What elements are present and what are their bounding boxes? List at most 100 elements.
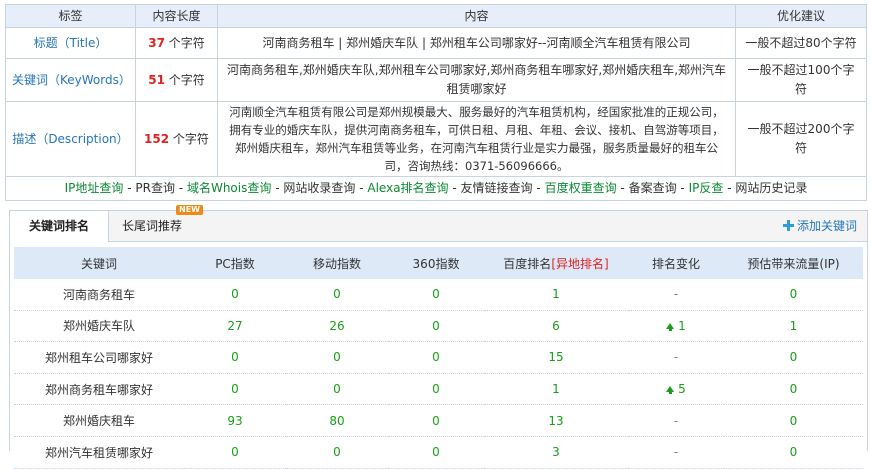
tool-links: IP地址查询 - PR查询 - 域名Whois查询 - 网站收录查询 - Ale… [5,176,867,201]
seo-advice-title: 一般不超过80个字符 [735,27,867,59]
pc-index-cell: 0 [184,373,286,406]
mobile-index-cell: 80 [286,404,388,437]
col-header-pc-index: PC指数 [184,247,286,279]
tool-link-alexa[interactable]: Alexa排名查询 [367,181,448,195]
baidu-rank-cell: 6 [484,310,628,343]
trend-cell: - [628,341,724,374]
pc-index-cell: 0 [184,341,286,374]
char-unit: 个字符 [169,131,209,146]
page: 标签 内容长度 内容 优化建议 标题（Title） 37 个字符 河南商务租车 … [0,0,871,469]
seo-label-keywords: 关键词（KeyWords） [5,58,136,102]
seo-length-title: 37 个字符 [135,27,218,59]
trend-value: - [673,287,679,302]
char-count: 152 [144,131,170,146]
col-header-baidu-rank: 百度排名[异地排名] [484,247,628,279]
360-index-cell: 0 [388,310,484,343]
seo-length-keywords: 51 个字符 [135,58,218,102]
keyword-cell: 郑州商务租车哪家好 [14,373,184,406]
mobile-index-cell: 0 [286,279,388,311]
traffic-cell: 0 [724,279,863,311]
360-index-cell: 0 [388,436,484,469]
traffic-cell: 0 [724,341,863,374]
seo-row-description: 描述（Description） 152 个字符 河南顺全汽车租赁有限公司是郑州规… [5,101,867,177]
trend-value: - [673,350,679,365]
link-separator: - [178,181,184,195]
col-header-mobile-index: 移动指数 [286,247,388,279]
trend-cell: 5 [628,373,724,406]
char-unit: 个字符 [164,35,205,50]
seo-content-title: 河南商务租车 | 郑州婚庆车队 | 郑州租车公司哪家好--河南顺全汽车租赁有限公… [217,27,736,59]
keyword-cell: 河南商务租车 [14,279,184,311]
table-row: 郑州商务租车哪家好 0 0 0 1 5 0 [14,373,863,406]
remote-rank-link[interactable]: [异地排名] [551,257,608,271]
keyword-cell: 郑州租车公司哪家好 [14,341,184,374]
tool-link-pr[interactable]: PR查询 [135,181,175,195]
mobile-index-cell: 0 [286,436,388,469]
tool-link-history[interactable]: 网站历史记录 [735,181,807,195]
col-header-advice: 优化建议 [735,4,867,28]
keyword-rank-panel: 关键词排名 长尾词推荐 NEW 添加关键词 关键词 PC指数 移动指数 360指… [9,205,868,469]
baidu-rank-cell: 1 [484,279,628,311]
arrow-up-icon [666,386,675,395]
keyword-rank-table: 关键词 PC指数 移动指数 360指数 百度排名[异地排名] 排名变化 预估带来… [14,247,863,469]
col-header-traffic: 预估带来流量(IP) [724,247,863,279]
add-keyword-button[interactable]: 添加关键词 [782,211,857,241]
link-separator: - [452,181,457,195]
add-keyword-label: 添加关键词 [796,219,857,233]
trend-cell: 1 [628,310,724,343]
tool-link-ip-reverse[interactable]: IP反查 [689,181,724,195]
pc-index-cell: 0 [184,436,286,469]
rank-table-body: 河南商务租车 0 0 0 1-0 郑州婚庆车队 27 26 0 6 1 1 郑州租车公司哪家好 0 0 0 15… [14,279,863,469]
360-index-cell: 0 [388,279,484,311]
trend-cell: - [628,404,724,437]
seo-row-title: 标题（Title） 37 个字符 河南商务租车 | 郑州婚庆车队 | 郑州租车公… [5,27,867,59]
360-index-cell: 0 [388,341,484,374]
char-count: 51 [148,72,165,87]
rank-header-row: 关键词 PC指数 移动指数 360指数 百度排名[异地排名] 排名变化 预估带来… [14,247,863,279]
360-index-cell: 0 [388,373,484,406]
link-separator: - [536,181,541,195]
baidu-rank-cell: 15 [484,341,628,374]
tool-link-index[interactable]: 网站收录查询 [283,181,355,195]
col-header-label: 标签 [5,4,136,28]
keyword-cell: 郑州汽车租赁哪家好 [14,436,184,469]
baidu-rank-cell: 3 [484,436,628,469]
seo-label-title: 标题（Title） [5,27,136,59]
tab-keyword-rank[interactable]: 关键词排名 [10,211,109,242]
tool-link-ip[interactable]: IP地址查询 [65,181,124,195]
trend-value: - [673,413,679,428]
seo-row-keywords: 关键词（KeyWords） 51 个字符 河南商务租车,郑州婚庆车队,郑州租车公… [5,58,867,102]
mobile-index-cell: 0 [286,373,388,406]
traffic-cell: 0 [724,404,863,437]
col-header-content: 内容 [217,4,736,28]
seo-label-description: 描述（Description） [5,101,136,177]
tool-link-icp[interactable]: 备案查询 [629,181,677,195]
link-separator: - [680,181,685,195]
new-badge: NEW [176,205,203,215]
plus-icon [782,220,794,231]
traffic-cell: 0 [724,436,863,469]
keyword-cell: 郑州婚庆车队 [14,310,184,343]
tool-links-row: IP地址查询 - PR查询 - 域名Whois查询 - 网站收录查询 - Ale… [5,176,867,201]
tool-link-baidu-weight[interactable]: 百度权重查询 [545,181,617,195]
seo-content-keywords: 河南商务租车,郑州婚庆车队,郑州租车公司哪家好,郑州商务租车哪家好,郑州婚庆租车… [217,58,736,102]
table-row: 郑州汽车租赁哪家好 0 0 0 3-0 [14,436,863,469]
seo-info-table: 标签 内容长度 内容 优化建议 标题（Title） 37 个字符 河南商务租车 … [5,4,867,201]
table-row: 河南商务租车 0 0 0 1-0 [14,279,863,311]
tool-link-whois[interactable]: 域名Whois查询 [187,181,271,195]
trend-value: 5 [678,382,686,397]
pc-index-cell: 0 [184,279,286,311]
col-header-trend: 排名变化 [628,247,724,279]
tab-bar: 关键词排名 长尾词推荐 NEW 添加关键词 [10,205,867,242]
seo-advice-description: 一般不超过200个字符 [735,101,867,177]
baidu-rank-cell: 1 [484,373,628,406]
mobile-index-cell: 26 [286,310,388,343]
table-row: 郑州婚庆租车 93 80 0 13-0 [14,404,863,437]
trend-value: - [673,445,679,460]
seo-advice-keywords: 一般不超过100个字符 [735,58,867,102]
tool-link-friendlinks[interactable]: 友情链接查询 [461,181,533,195]
tab-longtail[interactable]: 长尾词推荐 [110,211,194,241]
trend-cell: - [628,279,724,311]
seo-length-description: 152 个字符 [135,101,218,177]
seo-content-description: 河南顺全汽车租赁有限公司是郑州规模最大、服务最好的汽车租赁机构，经国家批准的正规… [217,101,736,177]
